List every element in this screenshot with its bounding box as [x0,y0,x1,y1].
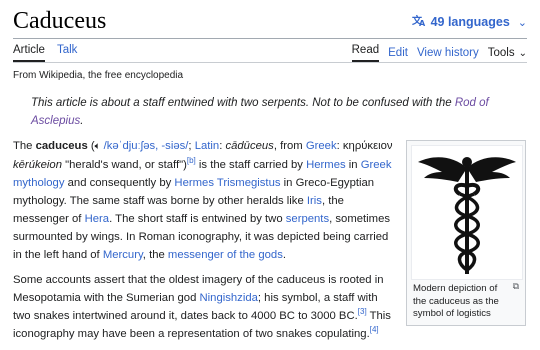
tab-talk[interactable]: Talk [57,44,77,62]
greek-transliteration: kērúkeion [13,159,62,171]
text: is the staff carried by [195,159,307,171]
site-tagline: From Wikipedia, the free encyclopedia [13,70,184,81]
tab-article[interactable]: Article [13,44,45,62]
tabs-divider [13,62,527,63]
tab-edit[interactable]: Edit [388,47,408,59]
image-thumbnail: ⧉ Modern depiction of the caduceus as th… [406,140,526,326]
link-iris[interactable]: Iris [307,195,322,207]
ipa-pronunciation[interactable]: /kəˈdjuːʃəs, -siəs/ [104,140,189,152]
svg-text:A: A [419,19,426,27]
paragraph-1: The caduceus (🔈︎/kəˈdjuːʃəs, -siəs/; Lat… [13,137,396,264]
text: . [282,249,286,261]
chevron-down-icon: ⌄ [518,48,527,59]
term-caduceus: caduceus [35,140,88,152]
tools-label: Tools [487,47,515,59]
text: and consequently by [64,177,175,189]
tab-view-history[interactable]: View history [417,47,479,59]
view-tabs: Read Edit View history Tools ⌄ [351,44,527,62]
link-serpents[interactable]: serpents [286,213,329,225]
text: . The short staff is entwined by two [109,213,286,225]
language-count: 49 languages [430,15,510,29]
link-greek[interactable]: Greek [306,140,337,152]
footnote-4[interactable]: [4] [370,325,379,334]
paragraph-2: Some accounts assert that the oldest ima… [13,271,396,343]
link-latin[interactable]: Latin [195,140,220,152]
namespace-tabs: Article Talk [13,44,77,62]
header-divider [13,38,527,39]
chevron-down-icon: ⌄ [517,16,527,29]
tab-read[interactable]: Read [351,44,380,62]
image-caption: Modern depiction of the caduceus as the … [413,283,499,319]
hatnote-text: This article is about a staff entwined w… [31,97,455,109]
language-selector[interactable]: 文 A 49 languages ⌄ [412,14,527,30]
link-hermes-trismegistus[interactable]: Hermes Trismegistus [174,177,280,189]
caduceus-image[interactable] [411,145,523,280]
enlarge-icon[interactable]: ⧉ [513,281,519,292]
page-title: Caduceus [13,8,107,34]
latin-word: cādūceus [225,140,274,152]
text: , from [273,140,306,152]
hatnote: This article is about a staff entwined w… [31,94,527,130]
article-body: The caduceus (🔈︎/kəˈdjuːʃəs, -siəs/; Lat… [13,137,396,350]
link-hera[interactable]: Hera [85,213,110,225]
link-mercury[interactable]: Mercury [103,249,143,261]
hatnote-end: . [80,115,84,127]
translate-icon: 文 A [412,14,426,30]
link-messenger-of-the-gods[interactable]: messenger of the gods [168,249,283,261]
link-hermes[interactable]: Hermes [306,159,346,171]
speaker-icon[interactable]: 🔈︎ [95,141,101,152]
link-ningishzida[interactable]: Ningishzida [200,292,258,304]
text: in [345,159,361,171]
text: The [13,140,36,152]
footnote-b[interactable]: [b] [187,156,196,165]
footnote-3[interactable]: [3] [358,307,367,316]
text: , the [142,249,168,261]
tools-menu[interactable]: Tools ⌄ [488,47,527,59]
text: ( [87,140,95,152]
text: "herald's wand, or staff") [61,159,187,171]
text: : κηρύκειον [336,140,393,152]
